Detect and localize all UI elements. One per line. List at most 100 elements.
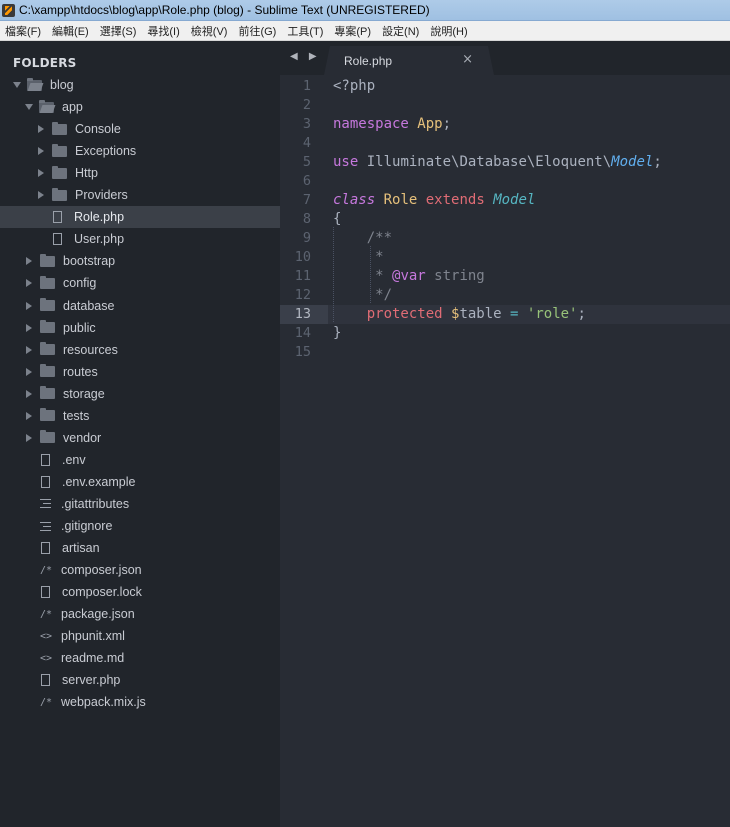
disclosure-closed-icon[interactable] <box>38 169 44 178</box>
tree-item[interactable]: Console <box>0 118 280 140</box>
tree-item[interactable]: config <box>0 272 280 294</box>
disclosure-open-icon[interactable] <box>25 104 33 111</box>
tree-item[interactable]: .gitignore <box>0 515 280 537</box>
file-icon <box>41 475 50 488</box>
menu-item[interactable]: 檔案(F) <box>0 23 47 39</box>
tree-item[interactable]: .env <box>0 449 280 471</box>
tree-item[interactable]: database <box>0 295 280 317</box>
code-line: 9 /** <box>280 229 730 248</box>
tree-item[interactable]: .gitattributes <box>0 493 280 515</box>
file-icon <box>41 542 50 555</box>
folder-icon <box>52 187 67 201</box>
folder-open-icon <box>39 99 54 113</box>
code-token: * <box>333 249 384 265</box>
file-icon <box>41 453 50 466</box>
code-text: <?php <box>328 77 730 96</box>
code-token: * <box>333 268 393 284</box>
folder-icon <box>40 275 55 289</box>
code-token: */ <box>333 287 393 303</box>
menu-item[interactable]: 設定(N) <box>377 23 425 39</box>
tree-item[interactable]: app <box>0 96 280 118</box>
disclosure-closed-icon[interactable] <box>38 147 44 156</box>
tree-item[interactable]: .env.example <box>0 471 280 493</box>
tree-item[interactable]: public <box>0 317 280 339</box>
code-token: string <box>425 268 485 284</box>
menu-item[interactable]: 說明(H) <box>425 23 473 39</box>
tree-item[interactable]: composer.lock <box>0 581 280 603</box>
sidebar: FOLDERS blog app Console Exceptions Http Prov… <box>0 41 280 827</box>
disclosure-closed-icon[interactable] <box>26 345 32 354</box>
menu-item[interactable]: 檢視(V) <box>186 23 234 39</box>
tree-item[interactable]: <> phpunit.xml <box>0 625 280 647</box>
tree-item[interactable]: User.php <box>0 228 280 250</box>
code-token: extends <box>425 192 485 208</box>
disclosure-closed-icon[interactable] <box>26 411 32 420</box>
file-icon <box>41 674 50 687</box>
menu-item[interactable]: 前往(G) <box>233 23 282 39</box>
folder-icon <box>40 342 55 356</box>
code-line: 14} <box>280 324 730 343</box>
tree-item[interactable]: storage <box>0 383 280 405</box>
code-line: 5 use Illuminate\Database\Eloquent\Model; <box>280 153 730 172</box>
window-title: C:\xampp\htdocs\blog\app\Role.php (blog)… <box>19 3 430 17</box>
tree-item-label: Console <box>75 122 121 137</box>
menu-item[interactable]: 編輯(E) <box>47 23 95 39</box>
tree-item[interactable]: Exceptions <box>0 140 280 162</box>
tree-item[interactable]: /* composer.json <box>0 559 280 581</box>
disclosure-closed-icon[interactable] <box>38 125 44 134</box>
tree-item[interactable]: bootstrap <box>0 250 280 272</box>
file-icon <box>41 586 50 599</box>
code-token: <?php <box>333 78 376 94</box>
tree-item[interactable]: Http <box>0 162 280 184</box>
tree-item[interactable]: resources <box>0 339 280 361</box>
markup-file-icon: <> <box>39 652 53 664</box>
tree-item[interactable]: routes <box>0 361 280 383</box>
tab-nav-arrows[interactable]: ◀ ▶ <box>290 51 321 62</box>
code-text: } <box>328 324 730 343</box>
code-token: class <box>333 192 376 208</box>
tree-item[interactable]: /* webpack.mix.js <box>0 691 280 713</box>
disclosure-closed-icon[interactable] <box>26 367 32 376</box>
tree-item[interactable]: Role.php <box>0 206 280 229</box>
tree-item[interactable]: /* package.json <box>0 603 280 625</box>
code-area[interactable]: 1 <?php 2 3 namespace App; 4 5 use Illuminate\D… <box>280 75 730 827</box>
code-text: protected $table = 'role'; <box>328 305 730 324</box>
tree-item[interactable]: <> readme.md <box>0 647 280 669</box>
tree-item-label: User.php <box>74 232 125 247</box>
menu-item[interactable]: 尋找(I) <box>142 23 185 39</box>
folder-open-icon <box>27 77 42 91</box>
menu-item[interactable]: 選擇(S) <box>95 23 143 39</box>
disclosure-closed-icon[interactable] <box>26 301 32 310</box>
disclosure-closed-icon[interactable] <box>38 191 44 200</box>
menu-item[interactable]: 工具(T) <box>282 23 329 39</box>
menu-item[interactable]: 專案(P) <box>329 23 377 39</box>
code-line: 3 namespace App; <box>280 115 730 134</box>
disclosure-closed-icon[interactable] <box>26 323 32 332</box>
folder-icon <box>52 165 67 179</box>
tree-item[interactable]: tests <box>0 405 280 427</box>
close-icon[interactable]: × <box>462 52 473 67</box>
code-token: } <box>333 325 342 341</box>
tree-item[interactable]: artisan <box>0 537 280 559</box>
tree-item[interactable]: server.php <box>0 669 280 691</box>
disclosure-closed-icon[interactable] <box>26 279 32 288</box>
tab-role-php[interactable]: Role.php × <box>324 46 494 75</box>
disclosure-closed-icon[interactable] <box>26 389 32 398</box>
line-number: 11 <box>294 268 311 284</box>
tree-item[interactable]: blog <box>0 74 280 96</box>
line-number: 13 <box>280 305 328 324</box>
code-line: 12 */ <box>280 286 730 305</box>
code-line: 8{ <box>280 210 730 229</box>
disclosure-closed-icon[interactable] <box>26 433 32 442</box>
code-token: 'role' <box>526 306 578 322</box>
code-token: /** <box>333 230 393 246</box>
line-number: 12 <box>294 287 311 303</box>
disclosure-closed-icon[interactable] <box>26 257 32 266</box>
tree-item[interactable]: Providers <box>0 184 280 206</box>
disclosure-open-icon[interactable] <box>13 82 21 88</box>
tree-item[interactable]: vendor <box>0 427 280 449</box>
